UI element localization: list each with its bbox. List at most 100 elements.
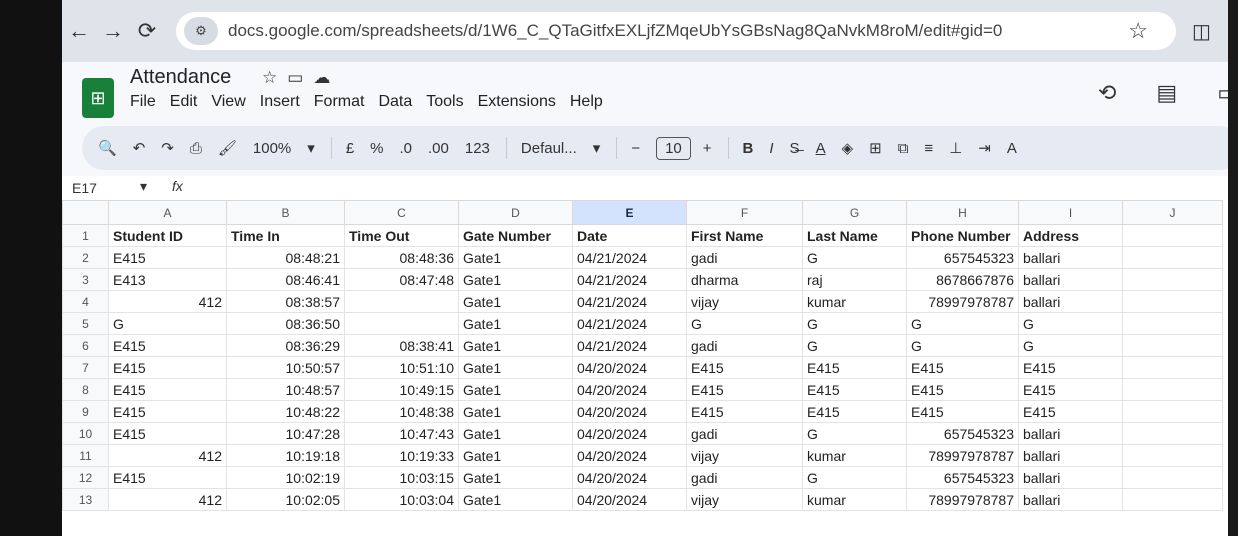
cell[interactable]: G	[906, 312, 1019, 335]
vertical-align-icon[interactable]: ⊥	[949, 139, 962, 157]
column-header-h[interactable]: H	[906, 200, 1019, 225]
cell[interactable]: Gate1	[458, 444, 573, 467]
cell[interactable]: E415	[686, 400, 803, 423]
cell[interactable]: 04/20/2024	[572, 400, 687, 423]
cell[interactable]: 04/20/2024	[572, 488, 687, 511]
chevron-down-icon[interactable]: ▾	[140, 178, 147, 195]
menu-tools[interactable]: Tools	[426, 93, 463, 111]
cell[interactable]	[1122, 268, 1223, 291]
menu-edit[interactable]: Edit	[170, 93, 198, 111]
cell[interactable]: E415	[108, 356, 227, 379]
cell[interactable]: Time In	[226, 224, 345, 247]
cell[interactable]: 10:02:05	[226, 488, 345, 511]
row-header[interactable]: 7	[62, 356, 109, 379]
cell[interactable]: ballari	[1018, 290, 1123, 313]
search-menus-icon[interactable]: 🔍	[98, 139, 117, 157]
cell[interactable]: E415	[108, 422, 227, 445]
cell[interactable]: 10:03:15	[344, 466, 459, 489]
cell[interactable]: E415	[906, 400, 1019, 423]
cloud-status-icon[interactable]: ☁	[313, 68, 340, 87]
cell[interactable]: 04/20/2024	[572, 422, 687, 445]
cell[interactable]	[1122, 400, 1223, 423]
cell[interactable]: 04/21/2024	[572, 246, 687, 269]
row-header[interactable]: 9	[62, 400, 109, 423]
comments-icon[interactable]: ▤	[1156, 80, 1177, 106]
menu-extensions[interactable]: Extensions	[478, 93, 556, 111]
fill-color-icon[interactable]: ◈	[842, 139, 854, 157]
row-header[interactable]: 13	[62, 488, 109, 511]
cell[interactable]: E415	[686, 356, 803, 379]
cell[interactable]: 08:36:50	[226, 312, 345, 335]
row-header[interactable]: 1	[62, 224, 109, 247]
row-header[interactable]: 6	[62, 334, 109, 357]
cell[interactable]: 10:19:33	[344, 444, 459, 467]
cell[interactable]: Gate1	[458, 334, 573, 357]
decrease-font-size-button[interactable]: −	[631, 140, 640, 157]
cell[interactable]	[1122, 466, 1223, 489]
row-header[interactable]: 12	[62, 466, 109, 489]
cell[interactable]: E415	[1018, 378, 1123, 401]
cell[interactable]: 10:51:10	[344, 356, 459, 379]
redo-icon[interactable]: ↷	[161, 139, 174, 157]
cell[interactable]: 10:19:18	[226, 444, 345, 467]
reload-icon[interactable]: ⟳	[130, 18, 164, 44]
cell[interactable]: 04/21/2024	[572, 312, 687, 335]
column-header-e[interactable]: E	[572, 200, 687, 225]
cell[interactable]: 657545323	[906, 246, 1019, 269]
cell[interactable]: 10:02:19	[226, 466, 345, 489]
bold-button[interactable]: B	[743, 140, 754, 157]
column-header-g[interactable]: G	[802, 200, 907, 225]
cell[interactable]	[1122, 378, 1223, 401]
cell[interactable]: G	[108, 312, 227, 335]
cell[interactable]	[1122, 356, 1223, 379]
extensions-icon[interactable]: ◫	[1192, 19, 1211, 44]
cell[interactable]: E415	[108, 378, 227, 401]
cell[interactable]: Student ID	[108, 224, 227, 247]
cell[interactable]: Gate1	[458, 400, 573, 423]
cell[interactable]: ballari	[1018, 466, 1123, 489]
select-all-corner[interactable]	[62, 200, 109, 225]
cell[interactable]: E415	[1018, 356, 1123, 379]
star-icon[interactable]: ☆	[262, 68, 287, 87]
cell[interactable]: 04/20/2024	[572, 466, 687, 489]
cell[interactable]: Gate1	[458, 356, 573, 379]
zoom-select[interactable]: 100%	[253, 140, 291, 157]
menu-data[interactable]: Data	[378, 93, 412, 111]
cell[interactable]: ballari	[1018, 488, 1123, 511]
cell[interactable]: vijay	[686, 444, 803, 467]
cell[interactable]: 08:36:29	[226, 334, 345, 357]
cell[interactable]: ballari	[1018, 268, 1123, 291]
forward-icon[interactable]: →	[96, 18, 130, 44]
cell[interactable]: Gate1	[458, 422, 573, 445]
cell[interactable]: gadi	[686, 422, 803, 445]
cell[interactable]: E415	[906, 356, 1019, 379]
bookmark-star-icon[interactable]: ☆	[1128, 18, 1148, 44]
percent-format-button[interactable]: %	[370, 140, 383, 157]
increase-font-size-button[interactable]: +	[703, 140, 712, 157]
cell[interactable]: ballari	[1018, 422, 1123, 445]
cell[interactable]: 04/20/2024	[572, 444, 687, 467]
column-header-i[interactable]: I	[1018, 200, 1123, 225]
text-rotate-icon[interactable]: A	[1007, 140, 1017, 157]
cell[interactable]: E415	[1018, 400, 1123, 423]
cell[interactable]: kumar	[802, 488, 907, 511]
cell[interactable]: 78997978787	[906, 444, 1019, 467]
cell[interactable]: 08:48:21	[226, 246, 345, 269]
menu-help[interactable]: Help	[570, 93, 603, 111]
cell[interactable]: 10:48:38	[344, 400, 459, 423]
cell[interactable]: vijay	[686, 488, 803, 511]
cell[interactable]: 10:47:43	[344, 422, 459, 445]
cell[interactable]: 04/21/2024	[572, 268, 687, 291]
cell[interactable]: Address	[1018, 224, 1123, 247]
cell[interactable]	[1122, 422, 1223, 445]
spreadsheet-grid[interactable]: A B C D E F G H I J 1 Student ID Time In Ti…	[62, 200, 1238, 536]
cell[interactable]: gadi	[686, 334, 803, 357]
cell[interactable]: Gate Number	[458, 224, 573, 247]
column-header-j[interactable]: J	[1122, 200, 1223, 225]
cell[interactable]: 04/21/2024	[572, 290, 687, 313]
cell[interactable]: 10:49:15	[344, 378, 459, 401]
cell[interactable]: Gate1	[458, 290, 573, 313]
version-history-icon[interactable]: ⟲	[1098, 80, 1116, 106]
cell[interactable]: E415	[108, 400, 227, 423]
cell[interactable]: 8678667876	[906, 268, 1019, 291]
